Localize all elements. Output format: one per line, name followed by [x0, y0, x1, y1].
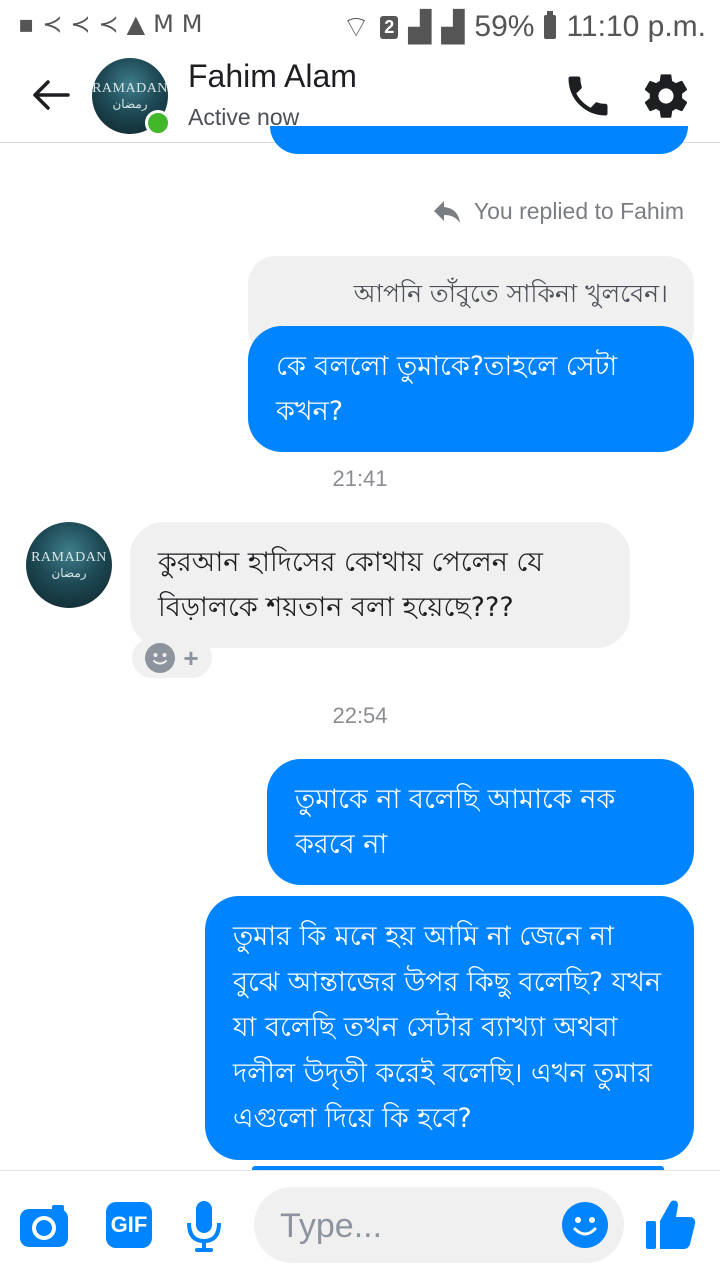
warning-icon: ▲	[126, 10, 146, 38]
wifi-icon: ⌔	[342, 11, 371, 44]
gmail-icon: M	[153, 10, 174, 38]
message-input[interactable]	[278, 1201, 552, 1251]
gmail-icon: M	[181, 10, 203, 38]
signal-app-icon: ≺	[70, 10, 91, 38]
outgoing-reply-bubble[interactable]: কে বললো তুমাকে?তাহলে সেটা কখন?	[248, 326, 694, 452]
sd-card-icon: ▪	[18, 10, 35, 38]
notification-icons: ▪ ≺ ≺ ≺ ▲ M M	[18, 10, 203, 38]
contact-name[interactable]: Fahim Alam	[188, 58, 357, 95]
plus-icon: +	[183, 642, 199, 673]
camera-icon[interactable]	[18, 1201, 70, 1253]
microphone-icon[interactable]	[184, 1199, 224, 1253]
contact-avatar-small[interactable]: RAMADAN رمضان	[26, 522, 112, 608]
signal-app-icon: ≺	[98, 10, 119, 38]
signal-app-icon: ≺	[42, 10, 63, 38]
reply-note-text: You replied to Fahim	[473, 198, 684, 224]
reply-indicator: You replied to Fahim	[432, 198, 684, 225]
previous-message-bubble[interactable]	[270, 126, 688, 154]
message-composer: GIF	[0, 1170, 720, 1281]
back-arrow-icon[interactable]	[28, 72, 74, 118]
timestamp: 21:41	[332, 466, 388, 491]
message-input-wrapper[interactable]	[254, 1187, 624, 1263]
phone-icon[interactable]	[562, 70, 614, 122]
incoming-message-bubble[interactable]: কুরআন হাদিসের কোথায় পেলেন যে বিড়ালকে শ…	[130, 522, 630, 648]
gif-button[interactable]: GIF	[106, 1202, 152, 1248]
emoji-icon	[145, 643, 176, 673]
thumbs-up-icon[interactable]	[642, 1197, 698, 1253]
add-reaction-button[interactable]: +	[132, 638, 212, 678]
cell-signal-icon: ▟	[441, 10, 465, 44]
clock: 11:10 p.m.	[566, 10, 706, 43]
battery-percent: 59%	[474, 10, 535, 43]
reply-icon	[433, 200, 460, 223]
battery-icon	[544, 11, 557, 39]
gear-icon[interactable]	[640, 70, 692, 122]
status-bar: ▪ ≺ ≺ ≺ ▲ M M ⌔ 2 ▟ ▟ 59% 11:10 p.m.	[0, 0, 720, 50]
system-indicators: ⌔ 2 ▟ ▟ 59% 11:10 p.m.	[342, 8, 706, 46]
outgoing-message-bubble[interactable]: তুমার কি মনে হয় আমি না জেনে না বুঝে আন্…	[205, 896, 694, 1160]
sim-badge: 2	[380, 15, 399, 39]
online-indicator	[145, 110, 171, 136]
cell-signal-icon: ▟	[408, 10, 432, 44]
emoji-icon[interactable]	[562, 1202, 608, 1248]
timestamp: 22:54	[332, 703, 388, 728]
outgoing-message-bubble[interactable]: তুমাকে না বলেছি আমাকে নক করবে না	[267, 759, 694, 885]
